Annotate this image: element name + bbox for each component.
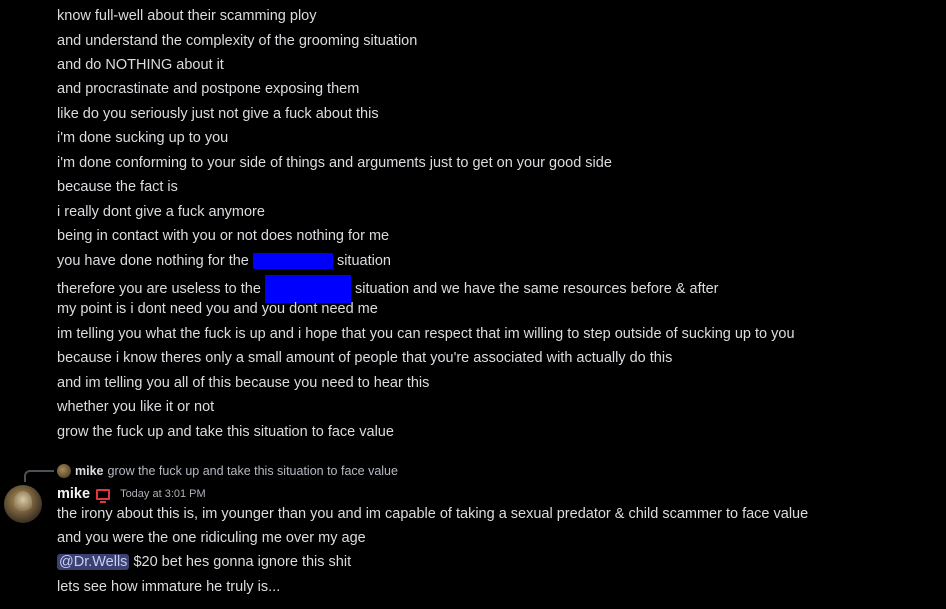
message-line: you have done nothing for the situation bbox=[57, 251, 391, 271]
message-line: and you were the one ridiculing me over … bbox=[57, 530, 366, 546]
reply-connector bbox=[24, 470, 54, 482]
reply-avatar[interactable] bbox=[57, 464, 71, 478]
message-line: know full-well about their scamming ploy bbox=[57, 8, 317, 24]
message-text: therefore you are useless to the bbox=[57, 280, 261, 297]
message-line: and do NOTHING about it bbox=[57, 57, 224, 73]
user-mention[interactable]: @Dr.Wells bbox=[57, 554, 130, 570]
reply-author[interactable]: mike bbox=[75, 462, 104, 480]
message-line: and procrastinate and postpone exposing … bbox=[57, 81, 360, 97]
message-line: i'm done conforming to your side of thin… bbox=[57, 155, 612, 171]
message-text: situation and we have the same resources… bbox=[355, 280, 719, 297]
author-name[interactable]: mike bbox=[57, 486, 90, 502]
message-text: $20 bet hes gonna ignore this shit bbox=[129, 554, 352, 570]
message-line: being in contact with you or not does no… bbox=[57, 228, 390, 244]
chat-log: know full-well about their scamming ploy… bbox=[0, 0, 946, 609]
message-line: @Dr.Wells $20 bet hes gonna ignore this … bbox=[57, 552, 351, 572]
message-line: because i know theres only a small amoun… bbox=[57, 350, 673, 366]
message-line: grow the fuck up and take this situation… bbox=[57, 424, 394, 440]
message-line: and understand the complexity of the gro… bbox=[57, 33, 418, 49]
message-header: mike Today at 3:01 PM bbox=[57, 484, 206, 504]
message-line: lets see how immature he truly is... bbox=[57, 579, 281, 595]
message-line: the irony about this is, im younger than… bbox=[57, 506, 809, 522]
message-line: i'm done sucking up to you bbox=[57, 130, 229, 146]
message-text: situation bbox=[336, 253, 391, 269]
reply-text[interactable]: grow the fuck up and take this situation… bbox=[108, 462, 398, 480]
message-line: i really dont give a fuck anymore bbox=[57, 204, 265, 220]
monitor-icon bbox=[96, 488, 111, 503]
message-line: whether you like it or not bbox=[57, 399, 215, 415]
reply-preview[interactable]: mike grow the fuck up and take this situ… bbox=[57, 462, 398, 480]
avatar[interactable] bbox=[4, 485, 42, 523]
message-line: my point is i dont need you and you dont… bbox=[57, 301, 378, 317]
message-text: you have done nothing for the bbox=[57, 253, 249, 269]
timestamp: Today at 3:01 PM bbox=[120, 488, 206, 500]
redaction-box bbox=[252, 253, 333, 270]
message-line: im telling you what the fuck is up and i… bbox=[57, 326, 795, 342]
message-line: because the fact is bbox=[57, 179, 178, 195]
message-line: and im telling you all of this because y… bbox=[57, 375, 430, 391]
message-line: like do you seriously just not give a fu… bbox=[57, 106, 379, 122]
